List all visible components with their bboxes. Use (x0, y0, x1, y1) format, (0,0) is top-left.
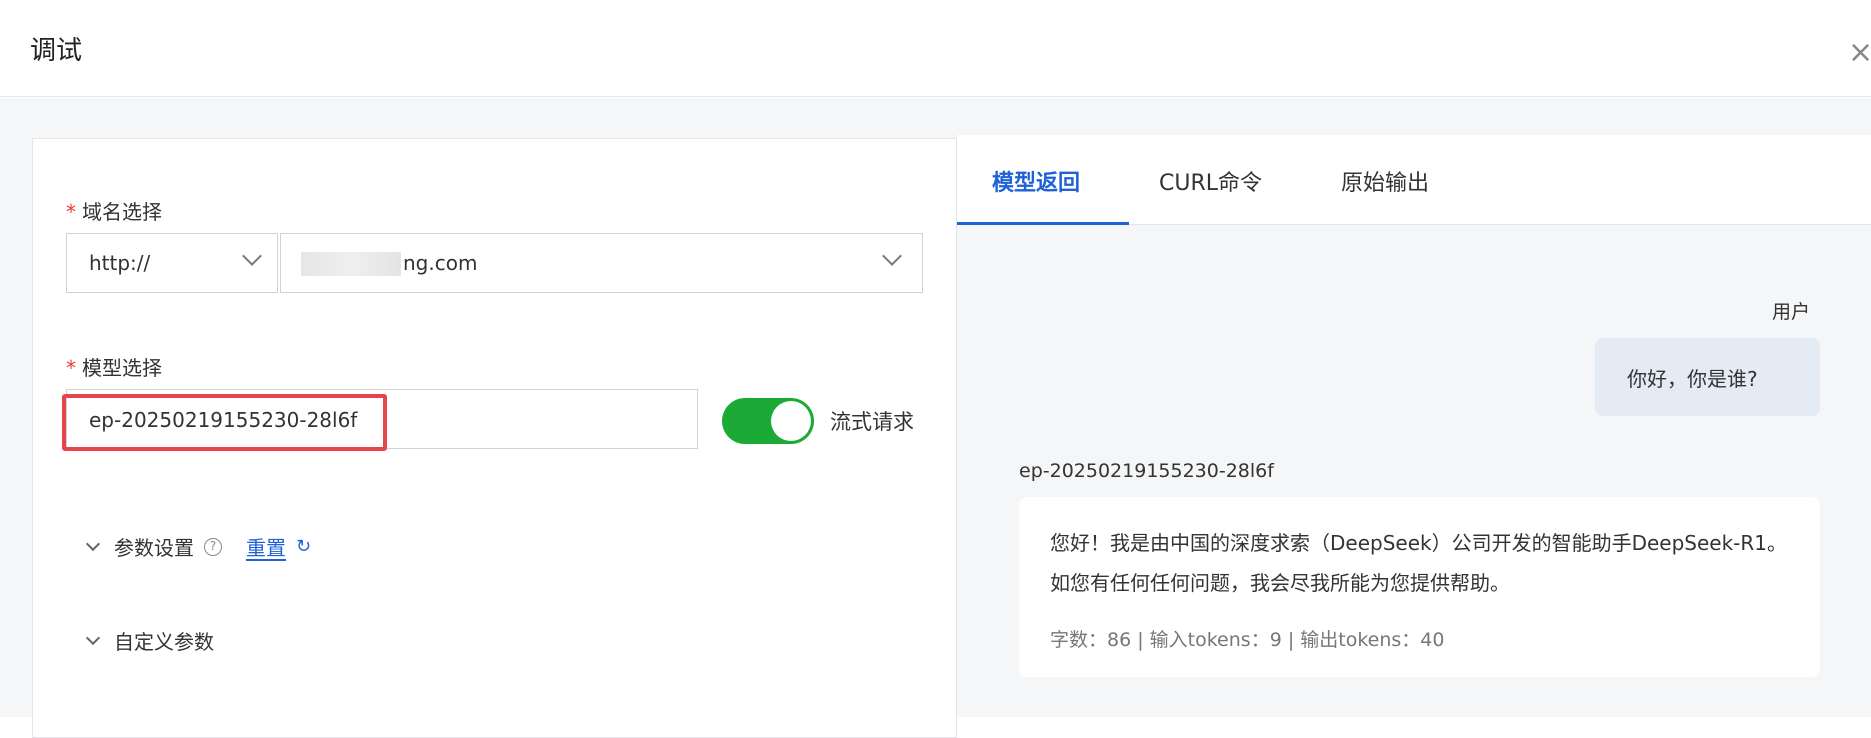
active-tab-indicator (957, 222, 1129, 225)
required-mark: * (66, 200, 76, 224)
custom-params-label: 自定义参数 (114, 630, 214, 654)
toggle-knob (771, 401, 811, 441)
params-settings-row[interactable]: 参数设置 ? 重置 ↻ (85, 532, 311, 561)
tab-raw-output[interactable]: 原始输出 (1341, 165, 1429, 197)
highlight-annotation (62, 394, 387, 451)
chevron-down-icon (85, 536, 101, 551)
chevron-down-icon (882, 246, 902, 266)
user-message-text: 你好，你是谁? (1627, 367, 1758, 391)
dialog-header: 调试 × (0, 0, 1871, 97)
help-icon[interactable]: ? (204, 537, 222, 556)
domain-select[interactable]: ng.com (280, 233, 923, 293)
domain-value: ng.com (403, 251, 478, 275)
refresh-icon[interactable]: ↻ (296, 536, 311, 557)
reply-stats: 字数：86 | 输入tokens：9 | 输出tokens：40 (1050, 629, 1445, 651)
result-tabs: 模型返回 CURL命令 原始输出 (957, 135, 1871, 225)
tab-curl-command[interactable]: CURL命令 (1159, 165, 1262, 197)
tab-model-return[interactable]: 模型返回 (992, 165, 1080, 197)
user-label: 用户 (1772, 301, 1811, 323)
domain-label: * 域名选择 (66, 200, 162, 224)
reset-link[interactable]: 重置 (246, 532, 286, 561)
params-settings-label: 参数设置 (114, 536, 194, 560)
stream-toggle-label: 流式请求 (830, 410, 914, 434)
protocol-value: http:// (89, 251, 151, 275)
reply-model-name: ep-20250219155230-28l6f (1019, 460, 1274, 482)
custom-params-row[interactable]: 自定义参数 (85, 626, 214, 655)
model-label: * 模型选择 (66, 356, 162, 380)
redacted-domain-mask (301, 252, 401, 276)
dialog-title: 调试 (30, 36, 83, 66)
chevron-down-icon (85, 630, 101, 645)
stream-toggle[interactable] (722, 398, 814, 444)
user-message-bubble: 你好，你是谁? (1595, 338, 1820, 416)
close-button[interactable]: × (1848, 38, 1871, 68)
model-reply-card: 您好！我是由中国的深度求索（DeepSeek）公司开发的智能助手DeepSeek… (1019, 497, 1820, 677)
chevron-down-icon (242, 246, 262, 266)
protocol-select[interactable]: http:// (66, 233, 278, 293)
required-mark: * (66, 356, 76, 380)
model-reply-text: 您好！我是由中国的深度求索（DeepSeek）公司开发的智能助手DeepSeek… (1050, 531, 1788, 595)
